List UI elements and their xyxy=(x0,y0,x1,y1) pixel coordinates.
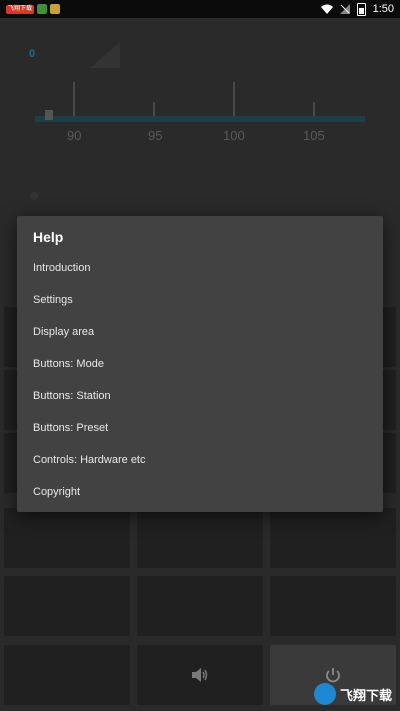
dial-scale-bar xyxy=(35,116,365,122)
dial-label: 95 xyxy=(148,128,163,143)
help-item-controls-hardware[interactable]: Controls: Hardware etc xyxy=(17,444,383,476)
dial-label: 100 xyxy=(223,128,245,143)
speaker-icon xyxy=(192,668,208,682)
help-item-buttons-station[interactable]: Buttons: Station xyxy=(17,380,383,412)
watermark-circle-icon xyxy=(313,683,336,705)
help-item-introduction[interactable]: Introduction xyxy=(17,252,383,284)
preset-button[interactable] xyxy=(4,508,130,568)
battery-icon xyxy=(356,2,366,16)
status-bar: 飞翔下载 1:50 xyxy=(0,0,400,18)
tuner-needle[interactable] xyxy=(45,110,53,120)
tuner-dial[interactable]: 90 95 100 105 xyxy=(35,78,365,143)
preset-button[interactable] xyxy=(137,508,263,568)
app-notification-icon xyxy=(50,4,61,14)
preset-button[interactable] xyxy=(4,576,130,636)
help-menu: Introduction Settings Display area Butto… xyxy=(17,252,383,508)
help-item-display-area[interactable]: Display area xyxy=(17,316,383,348)
wifi-icon xyxy=(320,4,333,14)
dialog-title: Help xyxy=(33,229,64,245)
preset-button[interactable] xyxy=(270,508,396,568)
clock: 1:50 xyxy=(372,3,394,15)
indicator-dot xyxy=(30,192,38,200)
preset-button[interactable] xyxy=(137,576,263,636)
help-item-buttons-mode[interactable]: Buttons: Mode xyxy=(17,348,383,380)
button-row xyxy=(4,576,396,636)
signal-strength-icon xyxy=(90,42,120,68)
watermark-badge: 飞翔下载 xyxy=(6,4,35,14)
dial-tick xyxy=(73,82,75,118)
help-item-settings[interactable]: Settings xyxy=(17,284,383,316)
button-row xyxy=(4,508,396,568)
watermark-logo: 飞翔下载 xyxy=(313,683,392,705)
blank-button[interactable] xyxy=(4,645,130,705)
help-item-copyright[interactable]: Copyright xyxy=(17,476,383,508)
dial-label: 90 xyxy=(67,128,82,143)
app-notification-icon xyxy=(37,4,48,14)
volume-button[interactable] xyxy=(137,645,263,705)
watermark-text: 飞翔下载 xyxy=(339,687,392,703)
no-signal-icon xyxy=(339,4,350,14)
power-icon xyxy=(326,668,340,683)
frequency-readout: 0 xyxy=(29,48,36,60)
help-dialog: Help Introduction Settings Display area … xyxy=(17,216,383,512)
help-item-buttons-preset[interactable]: Buttons: Preset xyxy=(17,412,383,444)
dial-label: 105 xyxy=(303,128,325,143)
dial-tick xyxy=(233,82,235,118)
preset-button[interactable] xyxy=(270,576,396,636)
